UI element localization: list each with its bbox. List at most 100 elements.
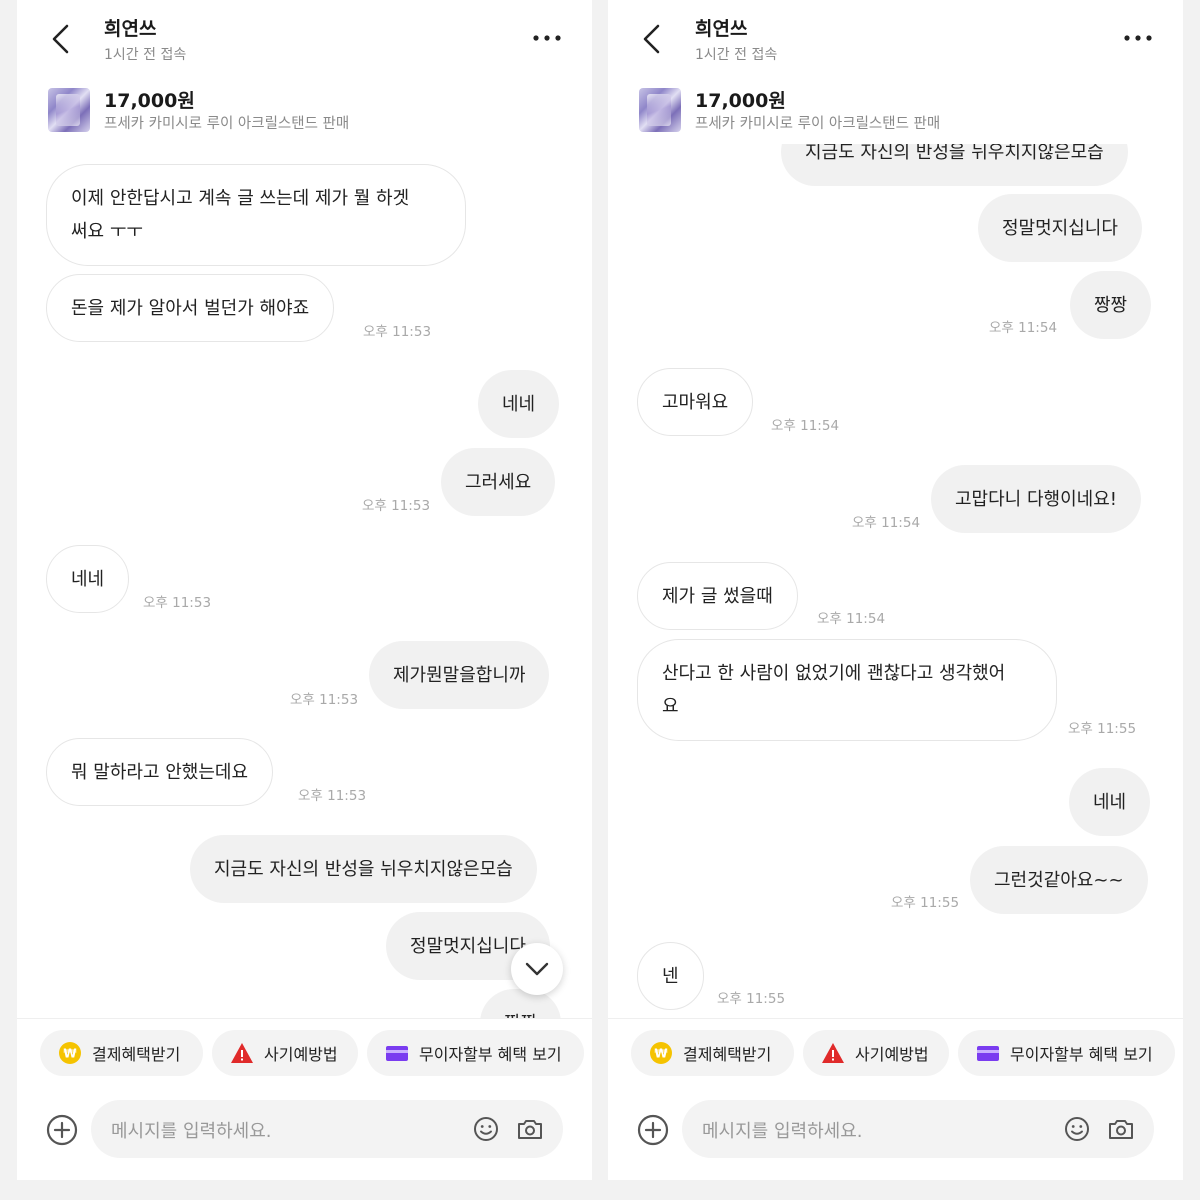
fraud-prevention-chip[interactable]: 사기예방법 [212,1030,358,1076]
message-bubble-received: 고마워요 [637,368,754,436]
message-bubble-sent: 그러세요 [441,448,556,516]
last-seen-status: 1시간 전 접속 [104,47,187,63]
scroll-to-bottom-button[interactable] [511,943,563,995]
product-thumbnail [639,88,681,132]
message-text: 넨 [662,965,679,987]
message-text: 고마워요 [662,391,729,413]
message-bubble-sent: 고맙다니 다행이네요! [931,465,1141,533]
message-bubble-sent: 지금도 자신의 반성을 뉘우치지않은모습 [190,835,537,903]
message-text: 네네 [502,393,536,415]
message-text: 이제 안한답시고 계속 글 쓰는데 제가 뭘 하겟써요 ㅜㅜ [71,188,410,242]
message-bubble-received: 산다고 한 사람이 없었기에 괜찮다고 생각했어요 [637,639,1057,741]
message-time: 오후 11:53 [298,788,367,804]
message-text: 지금도 자신의 반성을 뉘우치지않은모습 [805,144,1104,163]
message-time: 오후 11:53 [143,595,212,611]
warning-icon [822,1043,844,1063]
message-time: 오후 11:55 [1068,721,1137,737]
chip-label: 결제혜택받기 [683,1045,772,1064]
message-bubble-sent: 네네 [478,370,560,438]
message-text: 제가뭔말을합니까 [393,664,526,686]
chip-label: 결제혜택받기 [92,1045,181,1064]
credit-card-icon [977,1046,999,1061]
message-text: 정말멋지십니다 [410,935,526,957]
message-list[interactable]: 지금도 자신의 반성을 뉘우치지않은모습 정말멋지십니다 짱짱 오후 11:54… [608,144,1183,1020]
chip-label: 무이자할부 혜택 보기 [419,1045,562,1064]
chip-label: 사기예방법 [855,1045,929,1064]
message-text: 제가 글 썼을때 [662,585,773,607]
message-time: 오후 11:54 [989,320,1058,336]
emoji-icon[interactable] [1064,1116,1090,1142]
message-input-placeholder: 메시지를 입력하세요. [702,1121,863,1142]
message-input[interactable]: 메시지를 입력하세요. [91,1100,563,1158]
message-bubble-received: 돈을 제가 알아서 벌던가 해야죠 [46,274,335,342]
message-bubble-sent: 네네 [1069,768,1151,836]
message-input-placeholder: 메시지를 입력하세요. [111,1121,272,1142]
message-text: 그러세요 [465,471,532,493]
back-arrow-icon[interactable] [636,22,670,56]
message-time: 오후 11:53 [363,324,432,340]
add-attachment-icon[interactable] [636,1113,670,1147]
chip-label: 무이자할부 혜택 보기 [1010,1045,1153,1064]
chat-screen-right: 희연쓰 1시간 전 접속 17,000원 프세카 카미시로 루이 아크릴스탠드 … [608,0,1183,1180]
svg-text:₩: ₩ [63,1047,77,1061]
message-time: 오후 11:54 [771,418,840,434]
message-text: 네네 [71,568,105,590]
back-arrow-icon[interactable] [45,22,79,56]
svg-text:₩: ₩ [654,1047,668,1061]
message-time: 오후 11:54 [852,515,921,531]
product-summary[interactable]: 17,000원 프세카 카미시로 루이 아크릴스탠드 판매 [608,82,1183,144]
message-time: 오후 11:53 [362,498,431,514]
product-name: 프세카 카미시로 루이 아크릴스탠드 판매 [104,116,350,132]
fraud-prevention-chip[interactable]: 사기예방법 [803,1030,949,1076]
more-options-icon[interactable] [1121,26,1155,50]
installment-benefit-chip[interactable]: 무이자할부 혜택 보기 [367,1030,584,1076]
message-composer: 메시지를 입력하세요. [17,1086,592,1180]
chat-partner-name[interactable]: 희연쓰 [695,14,747,41]
chip-label: 사기예방법 [264,1045,338,1064]
message-time: 오후 11:53 [290,692,359,708]
message-composer: 메시지를 입력하세요. [608,1086,1183,1180]
message-text: 지금도 자신의 반성을 뉘우치지않은모습 [214,858,513,880]
quick-action-bar: ₩ 결제혜택받기 사기예방법 무이자할부 혜택 보기 [608,1018,1183,1085]
message-text: 짱짱 [1094,294,1128,316]
message-bubble-sent: 정말멋지십니다 [978,194,1142,262]
chat-partner-name[interactable]: 희연쓰 [104,14,156,41]
installment-benefit-chip[interactable]: 무이자할부 혜택 보기 [958,1030,1175,1076]
credit-card-icon [386,1046,408,1061]
quick-action-bar: ₩ 결제혜택받기 사기예방법 무이자할부 혜택 보기 [17,1018,592,1085]
product-name: 프세카 카미시로 루이 아크릴스탠드 판매 [695,116,941,132]
camera-icon[interactable] [517,1116,543,1142]
chat-screen-left: 희연쓰 1시간 전 접속 17,000원 프세카 카미시로 루이 아크릴스탠드 … [17,0,592,1180]
add-attachment-icon[interactable] [45,1113,79,1147]
message-bubble-sent: 그런것같아요~~ [970,846,1148,914]
message-time: 오후 11:55 [891,895,960,911]
product-price: 17,000원 [104,90,195,112]
last-seen-status: 1시간 전 접속 [695,47,778,63]
product-thumbnail [48,88,90,132]
message-bubble-sent: 지금도 자신의 반성을 뉘우치지않은모습 [781,144,1128,186]
camera-icon[interactable] [1108,1116,1134,1142]
payment-benefit-chip[interactable]: ₩ 결제혜택받기 [631,1030,794,1076]
won-coin-icon: ₩ [650,1042,672,1064]
chevron-down-icon [525,962,549,976]
message-bubble-received: 뭐 말하라고 안했는데요 [46,738,274,806]
payment-benefit-chip[interactable]: ₩ 결제혜택받기 [40,1030,203,1076]
more-options-icon[interactable] [530,26,564,50]
message-text: 그런것같아요~~ [994,869,1124,891]
won-coin-icon: ₩ [59,1042,81,1064]
message-time: 오후 11:55 [717,991,786,1007]
message-bubble-received: 제가 글 썼을때 [637,562,798,630]
message-text: 뭐 말하라고 안했는데요 [71,761,249,783]
message-bubble-sent: 짱짱 [1070,271,1152,339]
message-input[interactable]: 메시지를 입력하세요. [682,1100,1154,1158]
message-text: 네네 [1093,791,1127,813]
message-bubble-sent: 제가뭔말을합니까 [369,641,550,709]
product-summary[interactable]: 17,000원 프세카 카미시로 루이 아크릴스탠드 판매 [17,82,592,144]
message-list[interactable]: 이제 안한답시고 계속 글 쓰는데 제가 뭘 하겟써요 ㅜㅜ 돈을 제가 알아서… [17,144,592,1020]
message-bubble-received: 네네 [46,545,130,613]
message-text: 고맙다니 다행이네요! [955,488,1117,510]
emoji-icon[interactable] [473,1116,499,1142]
warning-icon [231,1043,253,1063]
message-time: 오후 11:54 [817,611,886,627]
message-text: 산다고 한 사람이 없었기에 괜찮다고 생각했어요 [662,663,1006,717]
